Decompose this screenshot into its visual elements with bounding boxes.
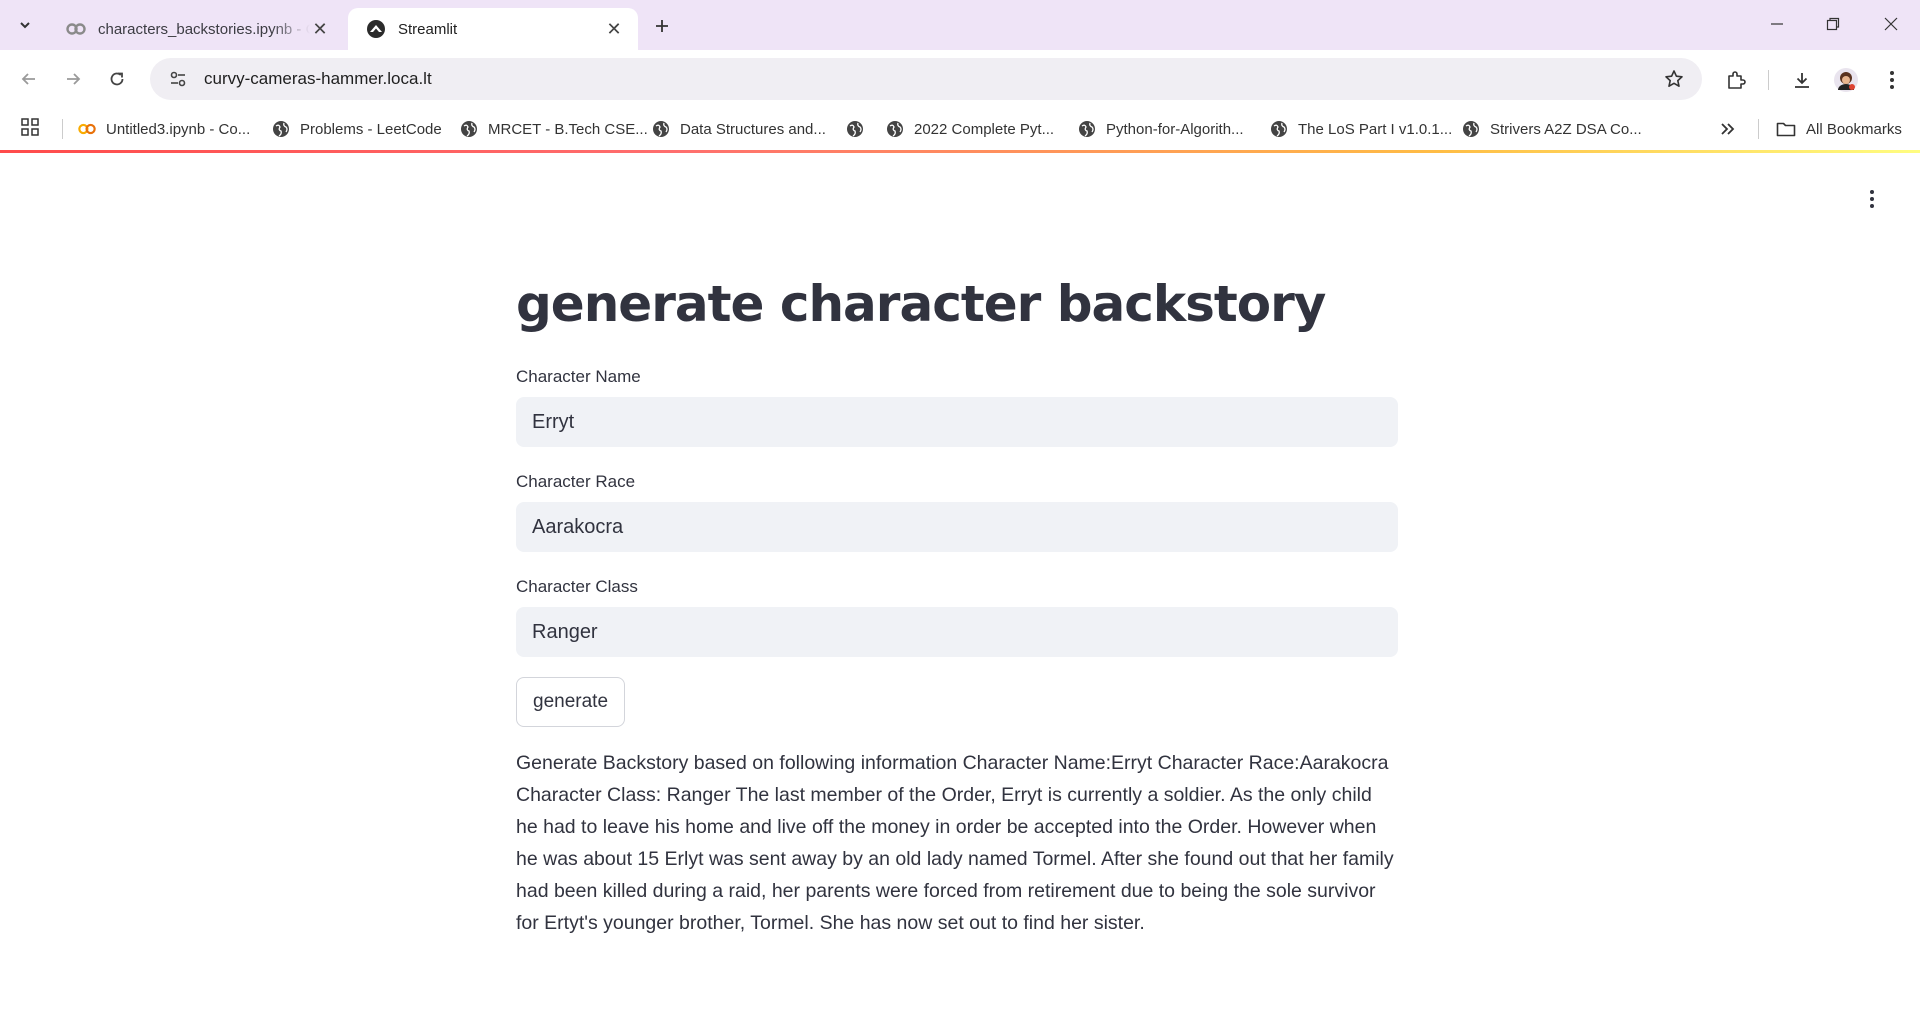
globe-icon: [1078, 120, 1096, 138]
backstory-output-text: Generate Backstory based on following in…: [516, 752, 1394, 934]
bookmark-item[interactable]: 2022 Complete Pyt...: [886, 108, 1054, 150]
bookmark-item[interactable]: MRCET - B.Tech CSE...: [460, 108, 648, 150]
globe-icon: [460, 120, 478, 138]
bookmark-label: 2022 Complete Pyt...: [914, 120, 1055, 138]
profile-avatar[interactable]: [1830, 64, 1862, 96]
character-race-label: Character Race: [516, 472, 636, 491]
globe-icon: [846, 120, 864, 138]
minimize-icon: [1771, 23, 1783, 25]
downloads-button[interactable]: [1786, 64, 1818, 96]
bookmark-star-button[interactable]: [1656, 69, 1692, 89]
streamlit-icon: [367, 20, 385, 38]
more-vertical-icon: [1890, 71, 1894, 89]
globe-icon: [272, 120, 290, 138]
restore-button[interactable]: [1810, 8, 1856, 40]
back-button[interactable]: [14, 64, 44, 94]
close-icon: [1884, 17, 1898, 31]
new-tab-button[interactable]: [648, 12, 676, 40]
character-race-input[interactable]: Aarakocra: [516, 502, 1398, 552]
bookmark-item[interactable]: [846, 108, 874, 150]
bookmark-item[interactable]: Problems - LeetCode: [272, 108, 442, 150]
bookmark-item[interactable]: Strivers A2Z DSA Co...: [1462, 108, 1642, 150]
globe-icon: [1462, 120, 1480, 138]
address-bar[interactable]: curvy-cameras-hammer.loca.lt: [150, 58, 1702, 100]
streamlit-app: generate character backstory Character N…: [0, 153, 1920, 1020]
all-bookmarks-label: All Bookmarks: [1806, 120, 1902, 138]
all-bookmarks-button[interactable]: All Bookmarks: [1776, 108, 1902, 150]
bookmark-item[interactable]: Python-for-Algorith...: [1078, 108, 1244, 150]
toolbar-divider: [1768, 70, 1769, 90]
character-name-label: Character Name: [516, 367, 641, 386]
bookmarks-bar: Untitled3.ipynb - Co... Problems - LeetC…: [0, 108, 1920, 150]
generate-button[interactable]: generate: [516, 677, 626, 727]
tab-search-button[interactable]: [10, 12, 40, 38]
tab-title: Streamlit: [398, 20, 458, 38]
globe-icon: [652, 120, 670, 138]
tab-strip: characters_backstories.ipynb - C ✕ Strea…: [0, 0, 1920, 50]
browser-menu-button[interactable]: [1876, 64, 1908, 96]
more-bookmarks-button[interactable]: [1716, 117, 1740, 141]
app-main-menu-button[interactable]: [1856, 183, 1888, 215]
close-window-button[interactable]: [1868, 8, 1914, 40]
close-tab-icon[interactable]: ✕: [604, 19, 624, 39]
chevron-down-icon: [20, 22, 30, 29]
extensions-button[interactable]: [1720, 64, 1752, 96]
page-title: generate character backstory: [516, 275, 1326, 333]
bookmark-label: Data Structures and...: [680, 120, 826, 138]
download-icon: [1795, 73, 1809, 88]
bookmark-label: MRCET - B.Tech CSE...: [488, 120, 648, 138]
browser-toolbar: curvy-cameras-hammer.loca.lt: [0, 50, 1920, 108]
character-class-label: Character Class: [516, 577, 638, 596]
plus-icon: [656, 20, 668, 32]
globe-icon: [1270, 120, 1288, 138]
double-chevron-right-icon: [1721, 123, 1735, 135]
reload-icon: [110, 72, 124, 86]
character-class-input[interactable]: Ranger: [516, 607, 1398, 657]
colab-icon: [66, 23, 86, 35]
close-tab-icon[interactable]: ✕: [310, 19, 330, 39]
bookmark-item[interactable]: Untitled3.ipynb - Co...: [78, 108, 250, 150]
arrow-left-icon: [21, 73, 35, 85]
minimize-button[interactable]: [1754, 8, 1800, 40]
globe-icon: [886, 120, 904, 138]
bookmark-label: The LoS Part I v1.0.1...: [1298, 120, 1453, 138]
bookmarks-divider: [62, 119, 63, 139]
avatar-icon: [1834, 68, 1858, 92]
character-name-input[interactable]: Erryt: [516, 397, 1398, 447]
bookmark-label: Python-for-Algorith...: [1106, 120, 1244, 138]
star-icon: [1665, 70, 1683, 87]
folder-icon: [1776, 119, 1796, 139]
tune-icon: [170, 71, 186, 87]
bookmark-label: Problems - LeetCode: [300, 120, 442, 138]
site-info-button[interactable]: [158, 70, 198, 88]
bookmarks-divider: [1758, 119, 1759, 139]
bookmark-label: Strivers A2Z DSA Co...: [1490, 120, 1642, 138]
forward-button[interactable]: [58, 64, 88, 94]
reload-button[interactable]: [102, 64, 132, 94]
tab-colab[interactable]: characters_backstories.ipynb - C ✕: [48, 8, 344, 50]
tab-title: characters_backstories.ipynb - C: [98, 20, 310, 38]
puzzle-icon: [1728, 71, 1746, 89]
apps-button[interactable]: [20, 117, 44, 141]
more-vertical-icon: [1870, 190, 1874, 208]
bookmark-label: Untitled3.ipynb - Co...: [106, 120, 251, 138]
colab-icon: [78, 120, 96, 138]
bookmark-item[interactable]: The LoS Part I v1.0.1...: [1270, 108, 1452, 150]
arrow-right-icon: [67, 73, 81, 85]
restore-icon: [1826, 17, 1840, 31]
bookmark-item[interactable]: Data Structures and...: [652, 108, 826, 150]
url-text[interactable]: curvy-cameras-hammer.loca.lt: [204, 69, 1656, 89]
apps-grid-icon: [21, 118, 39, 136]
tab-streamlit[interactable]: Streamlit ✕: [348, 8, 638, 50]
